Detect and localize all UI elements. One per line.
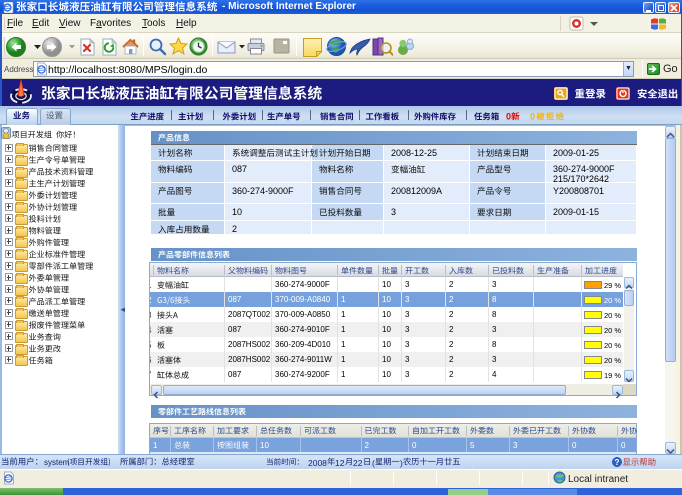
svg-text:?: ? bbox=[615, 457, 620, 466]
